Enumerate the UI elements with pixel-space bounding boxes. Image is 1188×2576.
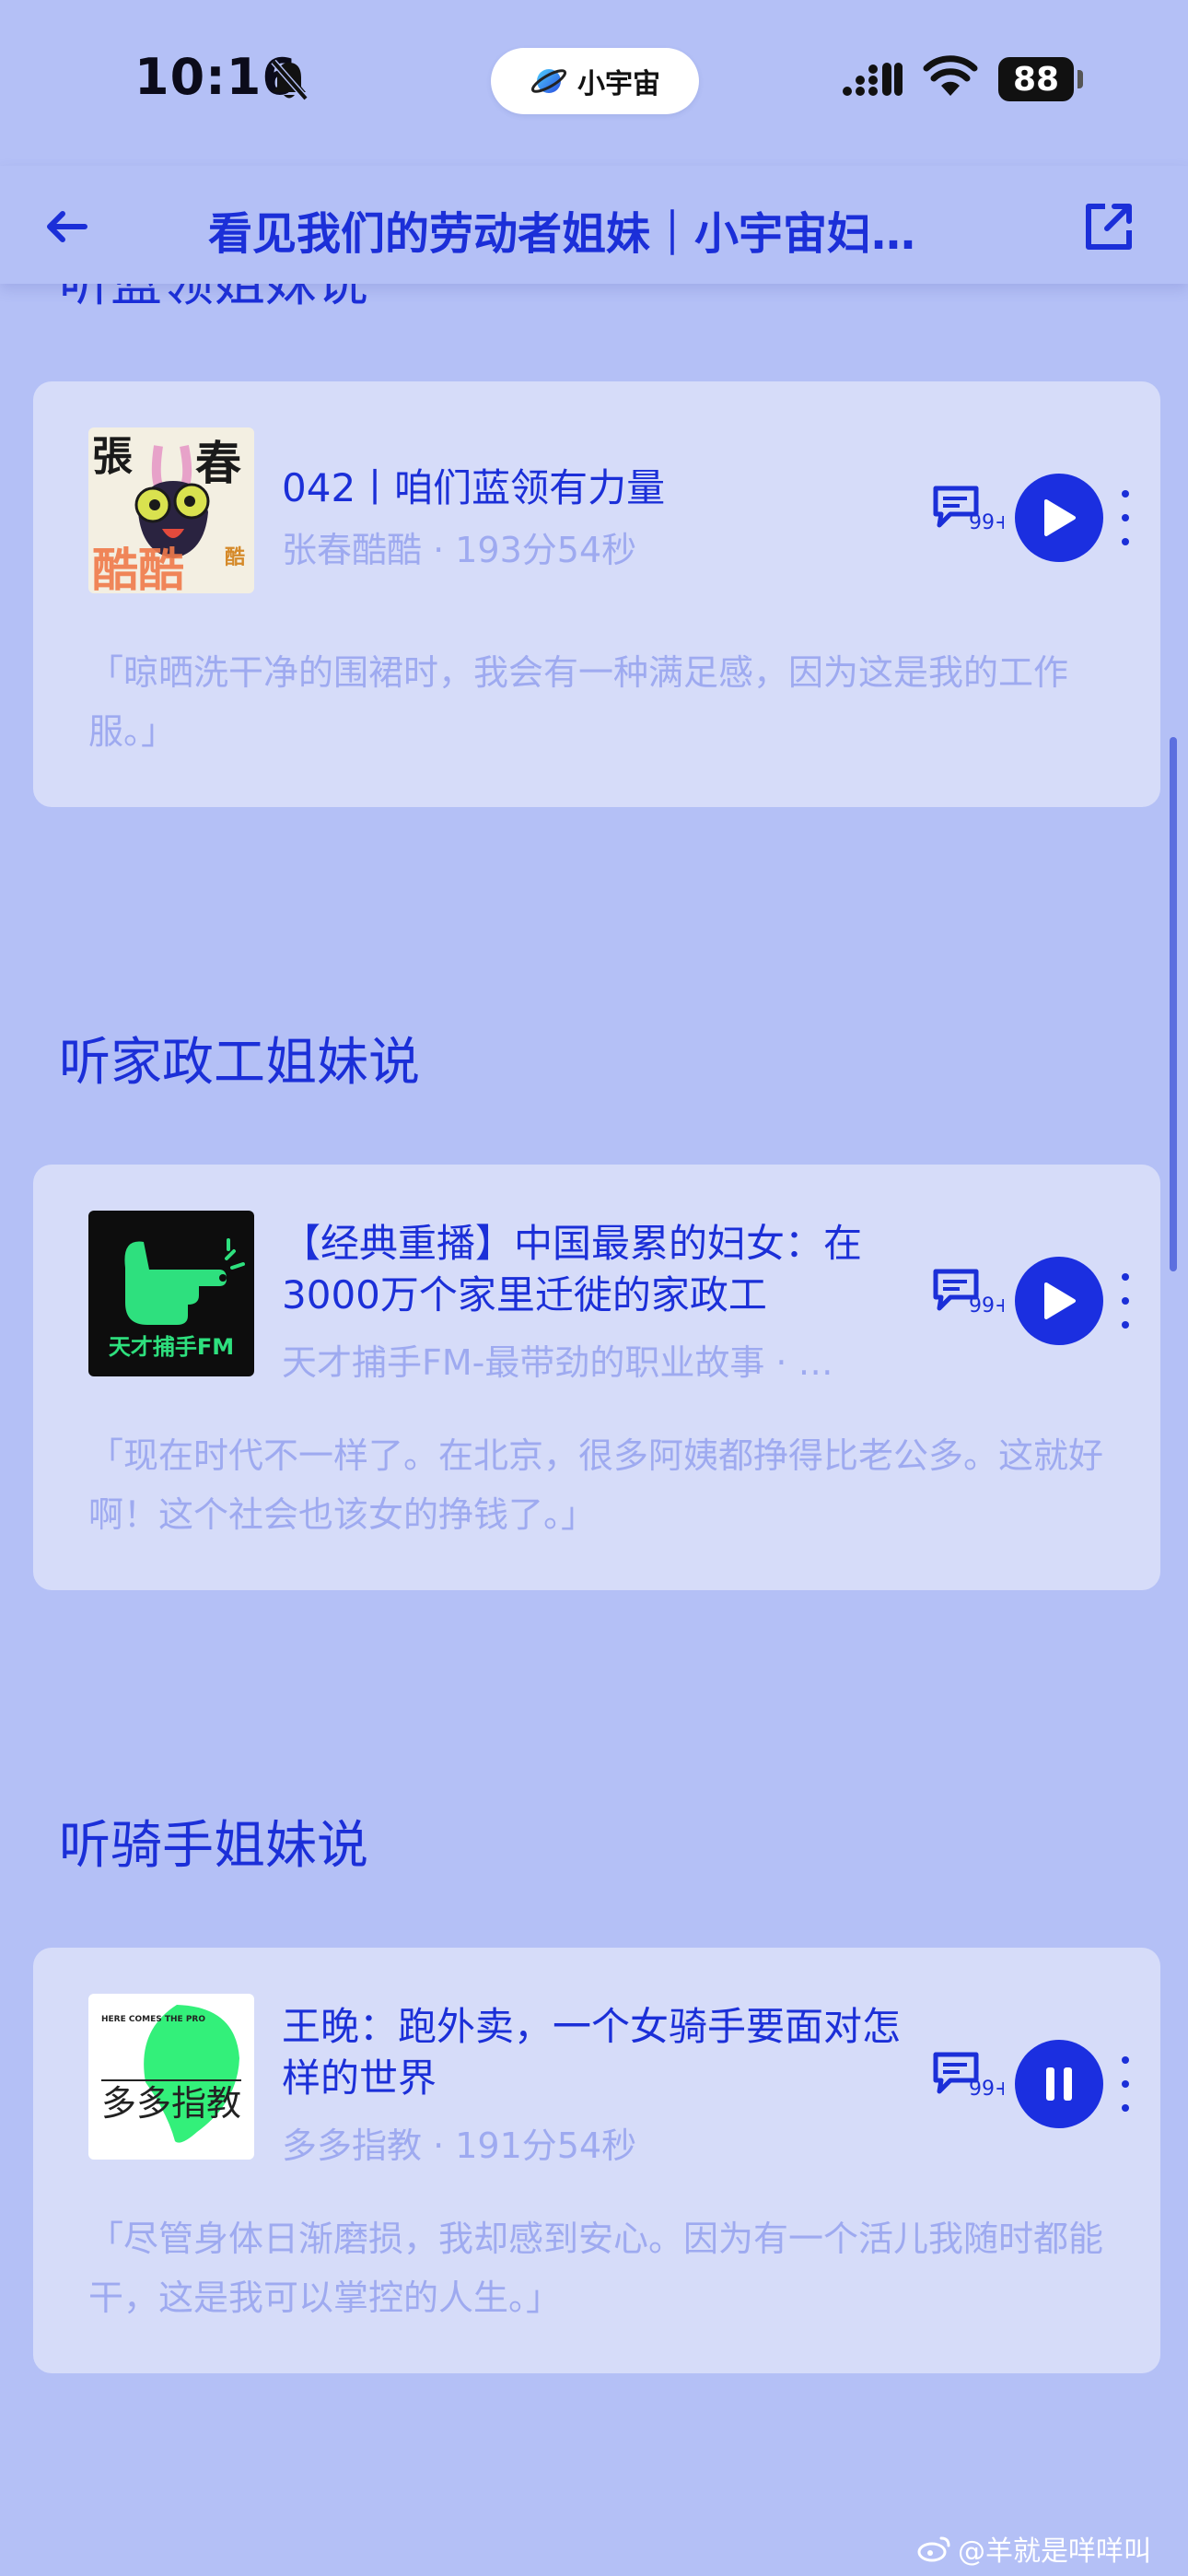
comment-count: 99+ [969,511,1004,534]
episode-quote: 「现在时代不一样了。在北京，很多阿姨都挣得比老公多。这就好啊！这个社会也该女的挣… [88,1435,1104,1535]
episode-meta: 多多指教 · 191分54秒 [282,2125,637,2166]
comment-icon: 99+ [933,2052,1011,2101]
more-dot-icon [1122,1273,1129,1281]
app-pill[interactable]: 小宇宙 [491,48,699,114]
play-button[interactable] [1015,1257,1103,1345]
scrollbar[interactable] [1170,737,1177,1271]
cellular-signal-icon [842,61,903,101]
episode-card[interactable]: 天才捕手FM 【经典重播】中国最累的妇女：在3000万个家里迁徙的家政工 天才捕… [33,1165,1160,1590]
episode-quote: 「尽管身体日渐磨损，我却感到安心。因为有一个活儿我随时都能干，这是我可以掌控的人… [88,2219,1104,2318]
more-options-button[interactable] [1114,2056,1136,2112]
more-dot-icon [1122,514,1129,521]
cover-text: 酷酷 [92,543,184,593]
status-bar: 10:16 小宇宙 88 [0,0,1188,166]
bell-muted-icon [269,59,309,105]
cover-text: HERE COMES THE PRO [101,2015,205,2024]
episode-quote: 「晾晒洗干净的围裙时，我会有一种满足感，因为这是我的工作服。」 [88,652,1069,752]
more-options-button[interactable] [1114,1273,1136,1329]
cover-text: 多多指教 [101,2083,241,2124]
more-dot-icon [1122,2080,1129,2088]
episode-card[interactable]: HERE COMES THE PRO 多多指教 王晚：跑外卖，一个女骑手要面对怎… [33,1948,1160,2373]
comments-button[interactable]: 99+ [930,1266,1011,1321]
cover-text: 酷 [225,545,245,569]
arrow-left-icon [47,211,87,242]
more-dot-icon [1122,538,1129,545]
more-options-button[interactable] [1114,490,1136,545]
share-button[interactable] [1076,193,1142,260]
more-dot-icon [1122,2056,1129,2064]
play-icon [1044,499,1076,536]
back-button[interactable] [33,193,99,260]
episode-title[interactable]: 王晚：跑外卖，一个女骑手要面对怎样的世界 [282,2001,917,2104]
cover-text: 春 [195,436,241,490]
comment-count: 99+ [969,2078,1004,2101]
cover-text: 張 [92,433,133,480]
nav-bar: 看见我们的劳动者姐妹｜小宇宙妇… [0,166,1188,284]
cover-text: 天才捕手FM [109,1334,234,1360]
app-pill-label: 小宇宙 [577,68,660,100]
episode-title[interactable]: 【经典重播】中国最累的妇女：在3000万个家里迁徙的家政工 [282,1218,917,1321]
more-dot-icon [1122,2104,1129,2112]
section-heading-domestic: 听家政工姐妹说 [59,1033,420,1093]
episode-card[interactable]: 張 春 酷酷 酷 042丨咱们蓝领有力量 张春酷酷 · 193分54秒 99+ … [33,381,1160,807]
share-external-icon [1086,204,1132,250]
episode-cover: 天才捕手FM [88,1211,254,1376]
episode-meta: 张春酷酷 · 193分54秒 [282,530,637,570]
planet-icon [530,69,567,93]
pause-icon [1046,2067,1072,2101]
more-dot-icon [1122,1321,1129,1329]
watermark-text: @羊就是咩咩叫 [958,2535,1151,2568]
page-title: 看见我们的劳动者姐妹｜小宇宙妇… [208,208,916,260]
section-heading-rider: 听骑手姐妹说 [59,1816,368,1876]
comment-count: 99+ [969,1294,1004,1317]
more-dot-icon [1122,1297,1129,1305]
episode-meta: 天才捕手FM-最带劲的职业故事 · … [282,1342,833,1383]
pause-button[interactable] [1015,2040,1103,2128]
weibo-icon [917,2536,950,2562]
comment-icon: 99+ [933,1269,1011,1317]
play-button[interactable] [1015,474,1103,562]
episode-cover: 張 春 酷酷 酷 [88,427,254,593]
episode-cover: HERE COMES THE PRO 多多指教 [88,1994,254,2160]
wifi-icon [923,55,978,101]
battery-nub [1077,70,1083,88]
battery-indicator: 88 [998,57,1074,101]
episode-title[interactable]: 042丨咱们蓝领有力量 [282,463,917,514]
watermark: @羊就是咩咩叫 [917,2528,1151,2569]
comment-icon: 99+ [933,486,1011,534]
comments-button[interactable]: 99+ [930,2049,1011,2104]
play-icon [1044,1282,1076,1319]
comments-button[interactable]: 99+ [930,483,1011,538]
more-dot-icon [1122,490,1129,498]
